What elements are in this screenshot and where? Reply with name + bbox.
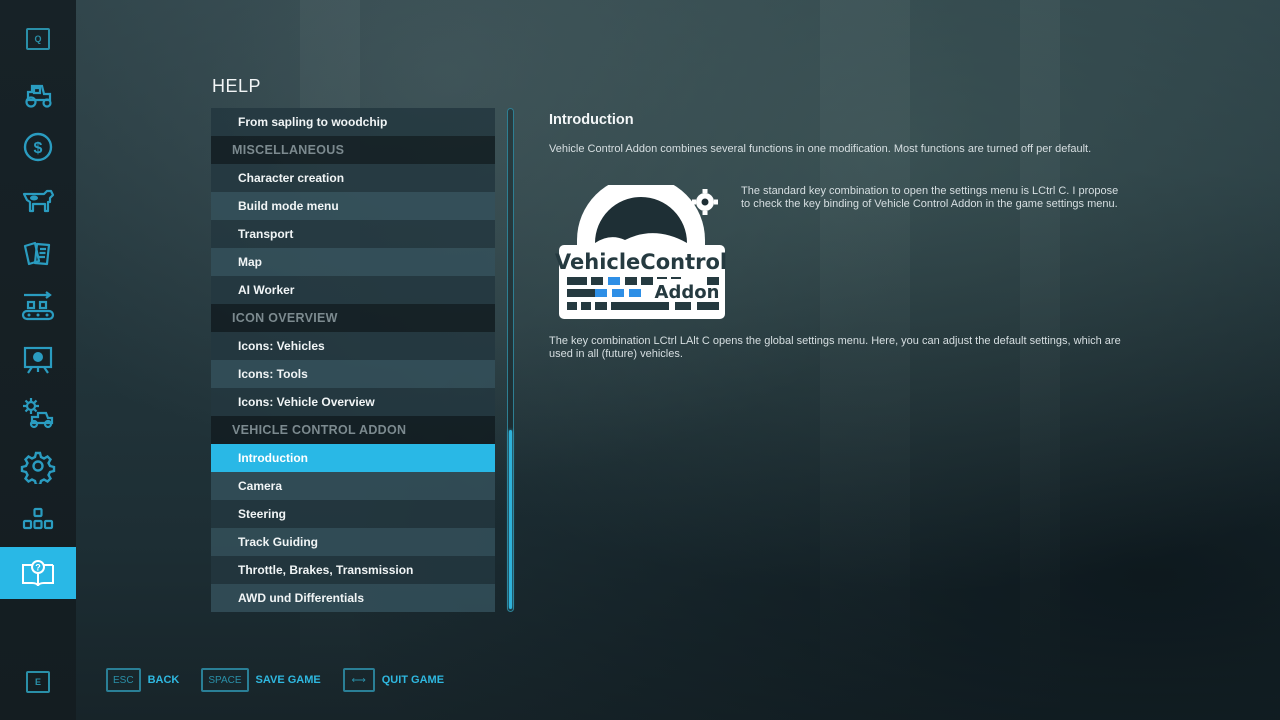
sidebar: Q $ ? E bbox=[0, 0, 76, 720]
scrollbar-thumb[interactable] bbox=[509, 430, 512, 609]
list-item[interactable]: Transport bbox=[211, 220, 495, 248]
svg-text:$: $ bbox=[34, 140, 43, 157]
presentation-icon bbox=[23, 346, 53, 374]
list-item[interactable]: Introduction bbox=[211, 444, 495, 472]
sidebar-item-tour[interactable] bbox=[0, 334, 76, 386]
gear-icon bbox=[20, 451, 56, 484]
list-item[interactable]: From sapling to woodchip bbox=[211, 108, 495, 136]
content-paragraph: The key combination LCtrl LAlt C opens t… bbox=[549, 335, 1121, 360]
list-item[interactable]: Icons: Vehicle Overview bbox=[211, 388, 495, 416]
list-section-header: MISCELLANEOUS bbox=[211, 136, 495, 164]
list-item[interactable]: Character creation bbox=[211, 164, 495, 192]
prev-page-key-hint[interactable]: Q bbox=[26, 28, 50, 50]
cow-icon bbox=[22, 189, 55, 213]
save-game-label: SAVE GAME bbox=[255, 674, 321, 686]
key-hint-space: SPACE bbox=[201, 668, 249, 692]
sidebar-item-production[interactable] bbox=[0, 281, 76, 333]
key-hint-backspace-icon: ⟷ bbox=[342, 668, 375, 692]
list-item[interactable]: Icons: Vehicles bbox=[211, 332, 495, 360]
gear-tractor-icon bbox=[23, 398, 54, 429]
list-section-header: ICON OVERVIEW bbox=[211, 304, 495, 332]
vehicle-control-addon-logo: VehicleControl Addon bbox=[555, 185, 727, 319]
quit-game-label: QUIT GAME bbox=[381, 674, 445, 686]
list-item[interactable]: AWD und Differentials bbox=[211, 584, 495, 612]
list-item[interactable]: Throttle, Brakes, Transmission bbox=[211, 556, 495, 584]
sidebar-item-construction[interactable] bbox=[0, 494, 76, 546]
content-title: Introduction bbox=[549, 112, 634, 128]
logo-text-line1: VehicleControl bbox=[555, 250, 727, 274]
content-paragraph: Vehicle Control Addon combines several f… bbox=[549, 143, 1092, 155]
help-book-icon: ? bbox=[22, 560, 54, 587]
sidebar-item-contracts[interactable] bbox=[0, 228, 76, 280]
dollar-icon: $ bbox=[23, 132, 53, 162]
help-content-panel: Introduction Vehicle Control Addon combi… bbox=[549, 112, 1129, 360]
sidebar-item-help[interactable]: ? bbox=[0, 547, 76, 599]
list-item[interactable]: Map bbox=[211, 248, 495, 276]
tractor-icon bbox=[25, 84, 52, 108]
blocks-icon bbox=[22, 507, 54, 530]
footer-action-bar: ESC BACK SPACE SAVE GAME ⟷ QUIT GAME bbox=[106, 668, 466, 692]
list-item[interactable]: Build mode menu bbox=[211, 192, 495, 220]
key-hint-esc: ESC bbox=[106, 668, 141, 692]
svg-text:?: ? bbox=[35, 563, 41, 573]
conveyor-icon bbox=[21, 291, 55, 321]
list-item[interactable]: AI Worker bbox=[211, 276, 495, 304]
sidebar-item-settings[interactable] bbox=[0, 440, 76, 492]
quit-game-button[interactable]: ⟷ QUIT GAME bbox=[342, 668, 445, 692]
list-item[interactable]: Icons: Tools bbox=[211, 360, 495, 388]
help-topic-list: From sapling to woodchip MISCELLANEOUS Cha… bbox=[211, 108, 495, 612]
sidebar-item-vehicles[interactable] bbox=[0, 68, 76, 120]
sidebar-item-vehicle-settings[interactable] bbox=[0, 387, 76, 439]
logo-text-line2: Addon bbox=[655, 282, 720, 303]
save-game-button[interactable]: SPACE SAVE GAME bbox=[201, 668, 321, 692]
back-button[interactable]: ESC BACK bbox=[106, 668, 179, 692]
sidebar-item-animals[interactable] bbox=[0, 174, 76, 226]
back-label: BACK bbox=[147, 674, 180, 686]
list-section-header: VEHICLE CONTROL ADDON bbox=[211, 416, 495, 444]
list-scrollbar[interactable] bbox=[507, 108, 514, 612]
list-item[interactable]: Camera bbox=[211, 472, 495, 500]
next-page-key-hint[interactable]: E bbox=[26, 671, 50, 693]
documents-icon bbox=[23, 241, 51, 266]
page-title: HELP bbox=[212, 76, 262, 96]
list-item[interactable]: Steering bbox=[211, 500, 495, 528]
sidebar-item-finances[interactable]: $ bbox=[0, 121, 76, 173]
content-paragraph: The standard key combination to open the… bbox=[741, 185, 1119, 210]
list-item[interactable]: Track Guiding bbox=[211, 528, 495, 556]
